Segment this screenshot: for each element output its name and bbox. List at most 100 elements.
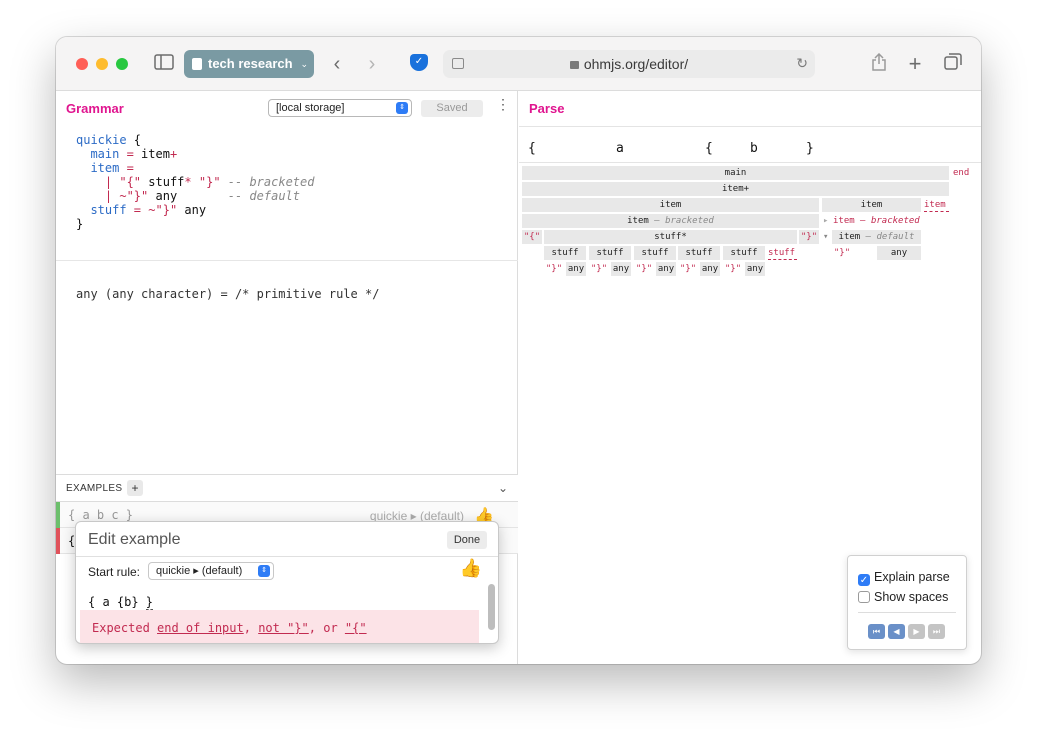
parse-node-not-literal[interactable]: "}" xyxy=(544,262,564,276)
code-comment: -- bracketed xyxy=(220,175,315,189)
parse-node-any[interactable]: any xyxy=(656,262,676,276)
minimize-window-button[interactable] xyxy=(96,58,108,70)
parse-node-stuff[interactable]: stuff xyxy=(723,246,765,260)
error-expected: not "}" xyxy=(258,621,309,635)
parse-node-item-failed[interactable]: item xyxy=(924,198,949,212)
rule-name: item xyxy=(90,161,120,175)
zoom-window-button[interactable] xyxy=(116,58,128,70)
done-button[interactable]: Done xyxy=(447,531,487,549)
grammar-name: quickie xyxy=(76,133,127,147)
collapse-triangle-icon[interactable]: ▸ xyxy=(823,214,828,228)
back-icon[interactable]: ‹ xyxy=(326,53,348,75)
parse-node-literal[interactable]: "}" xyxy=(799,230,819,244)
chevron-down-icon[interactable]: ⌄ xyxy=(498,481,508,495)
parse-node-item[interactable]: item xyxy=(822,198,921,212)
tab-overview-icon[interactable] xyxy=(942,53,964,76)
case-name: — bracketed xyxy=(860,216,920,226)
rule-name: stuff xyxy=(90,203,127,217)
start-rule-select[interactable]: quickie ▸ (default) ⇕ xyxy=(148,562,274,580)
parse-header: Parse xyxy=(519,91,981,127)
parse-node-not-literal[interactable]: "}" xyxy=(832,246,852,260)
parse-node-any[interactable]: any xyxy=(700,262,720,276)
parse-node-not-literal[interactable]: "}" xyxy=(589,262,609,276)
new-tab-icon[interactable]: + xyxy=(904,53,926,75)
popup-title: Edit example xyxy=(88,531,181,548)
fast-forward-icon[interactable]: ⏭ xyxy=(928,624,945,639)
code-token: = xyxy=(119,161,134,175)
example-text: { a b c } xyxy=(68,508,134,522)
error-text: Expected xyxy=(92,621,158,635)
parse-pane: Parse { a { b } main end item+ item item… xyxy=(519,91,981,664)
parse-node-stuff-failed[interactable]: stuff xyxy=(768,246,797,260)
parse-node-item-plus[interactable]: item+ xyxy=(522,182,949,196)
close-window-button[interactable] xyxy=(76,58,88,70)
parse-node-not-literal[interactable]: "}" xyxy=(678,262,698,276)
parse-node-any[interactable]: any xyxy=(877,246,921,260)
code-token: } xyxy=(76,217,84,231)
add-example-button[interactable]: + xyxy=(127,480,143,496)
code-token: item xyxy=(141,147,170,161)
checkbox-unchecked-icon[interactable] xyxy=(858,591,870,603)
sidebar-toggle-icon[interactable] xyxy=(153,53,175,75)
expand-triangle-icon[interactable]: ▾ xyxy=(823,230,828,244)
code-token: + xyxy=(169,147,178,161)
address-bar[interactable]: ohmjs.org/editor/ ↻ xyxy=(443,50,815,78)
parse-node-stuff[interactable]: stuff xyxy=(678,246,720,260)
parse-node-item-bracketed-failed[interactable]: item — bracketed xyxy=(833,214,920,228)
node-label: item xyxy=(627,216,649,226)
parse-node-stuff-star[interactable]: stuff* xyxy=(544,230,797,244)
parse-node-item-default[interactable]: item — default xyxy=(832,230,921,244)
tab-group-button[interactable]: tech research ⌄ xyxy=(184,50,314,78)
parse-input-row: { a { b } xyxy=(519,127,981,163)
show-spaces-checkbox[interactable]: Show spaces xyxy=(858,590,948,604)
rewind-icon[interactable]: ⏮ xyxy=(868,624,885,639)
examples-label: EXAMPLES xyxy=(66,483,123,494)
start-rule-label: Start rule: xyxy=(88,565,141,579)
reload-icon[interactable]: ↻ xyxy=(796,55,808,72)
parse-node-not-literal[interactable]: "}" xyxy=(634,262,654,276)
node-label: item xyxy=(833,216,855,226)
primitive-rule-description: any (any character) = /* primitive rule … xyxy=(76,287,380,301)
code-token: stuff xyxy=(141,175,185,189)
parse-node-item[interactable]: item xyxy=(522,198,819,212)
parse-node-stuff[interactable]: stuff xyxy=(544,246,586,260)
forward-icon[interactable]: › xyxy=(361,53,383,75)
select-arrows-icon: ⇕ xyxy=(396,102,408,114)
code-token: = xyxy=(126,203,149,217)
parse-node-main[interactable]: main xyxy=(522,166,949,180)
code-token: | xyxy=(104,175,120,189)
code-token: = xyxy=(119,147,142,161)
pocket-icon[interactable]: ✓ xyxy=(410,54,428,71)
parse-node-any[interactable]: any xyxy=(566,262,586,276)
step-back-icon[interactable]: ◀ xyxy=(888,624,905,639)
input-char: { xyxy=(705,141,713,156)
example-input[interactable]: { a {b} } xyxy=(88,595,154,610)
more-menu-icon[interactable]: ⋮ xyxy=(496,96,510,113)
input-text: { a {b} xyxy=(88,595,146,609)
parse-node-item-bracketed[interactable]: item — bracketed xyxy=(522,214,819,228)
grammar-editor[interactable]: quickie { main = item+ item = | "{" stuf… xyxy=(76,133,314,231)
play-icon[interactable]: ▶ xyxy=(908,624,925,639)
parse-node-any[interactable]: any xyxy=(745,262,765,276)
share-icon[interactable] xyxy=(868,52,890,76)
error-message-box: Expected end of input, not "}", or "{" xyxy=(80,610,479,643)
error-expected: "{" xyxy=(344,621,367,635)
chevron-down-icon: ⌄ xyxy=(300,59,308,69)
storage-select[interactable]: [local storage] ⇕ xyxy=(268,99,412,117)
code-token: { xyxy=(126,133,142,147)
explain-parse-checkbox[interactable]: ✓ Explain parse xyxy=(858,570,950,586)
examples-header: EXAMPLES + ⌄ xyxy=(56,474,518,502)
parse-node-not-literal[interactable]: "}" xyxy=(723,262,743,276)
parse-node-stuff[interactable]: stuff xyxy=(589,246,631,260)
input-char: a xyxy=(616,141,624,156)
parse-node-any[interactable]: any xyxy=(611,262,631,276)
parse-node-literal[interactable]: "{" xyxy=(522,230,542,244)
input-char: b xyxy=(750,141,758,156)
parse-node-end[interactable]: end xyxy=(953,166,969,180)
rule-name: main xyxy=(90,147,120,161)
saved-button[interactable]: Saved xyxy=(421,100,483,117)
parse-node-stuff[interactable]: stuff xyxy=(634,246,676,260)
scrollbar[interactable] xyxy=(488,584,495,630)
thumbs-up-icon[interactable]: 👍 xyxy=(460,558,482,579)
checkbox-checked-icon[interactable]: ✓ xyxy=(858,574,870,586)
